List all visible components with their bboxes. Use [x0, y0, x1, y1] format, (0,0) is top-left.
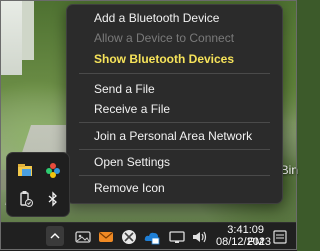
chevron-up-icon — [50, 233, 60, 239]
menu-item-allow-device-to-connect: Allow a Device to Connect — [94, 31, 235, 45]
menu-item-remove-icon[interactable]: Remove Icon — [68, 178, 281, 198]
wallpaper-building-side — [22, 0, 34, 60]
security-icon[interactable] — [120, 228, 138, 246]
tray-overflow-flyout — [6, 152, 70, 217]
clock-date[interactable]: 08/12/2023 — [216, 236, 271, 248]
menu-separator — [79, 175, 270, 176]
menu-item-open-settings[interactable]: Open Settings — [68, 152, 281, 172]
menu-item-show-bluetooth-devices[interactable]: Show Bluetooth Devices — [68, 49, 281, 69]
mail-icon[interactable] — [97, 228, 115, 246]
menu-separator — [79, 149, 270, 150]
notification-icon[interactable] — [271, 228, 289, 246]
show-hidden-icons-button[interactable] — [46, 226, 64, 246]
volume-icon[interactable] — [190, 228, 208, 246]
bluetooth-icon[interactable] — [42, 188, 64, 210]
display-icon[interactable] — [168, 228, 186, 246]
menu-item-send-file[interactable]: Send a File — [68, 79, 281, 99]
menu-item-join-personal-area-network[interactable]: Join a Personal Area Network — [68, 126, 281, 146]
taskbar: 3:41:09 PM 08/12/2023 — [0, 222, 297, 251]
menu-separator — [79, 73, 270, 74]
image-icon[interactable] — [74, 228, 92, 246]
file-explorer-icon[interactable] — [14, 159, 36, 181]
usb-safe-remove-icon[interactable] — [14, 188, 36, 210]
bluetooth-context-menu: Add a Bluetooth Device Allow a Device to… — [66, 4, 283, 204]
menu-item-add-bluetooth-device[interactable]: Add a Bluetooth Device — [68, 8, 281, 28]
wallpaper-building — [0, 0, 22, 75]
cloud-icon[interactable] — [143, 228, 161, 246]
color-palette-icon[interactable] — [42, 159, 64, 181]
menu-separator — [79, 122, 270, 123]
menu-item-receive-file[interactable]: Receive a File — [68, 99, 281, 119]
